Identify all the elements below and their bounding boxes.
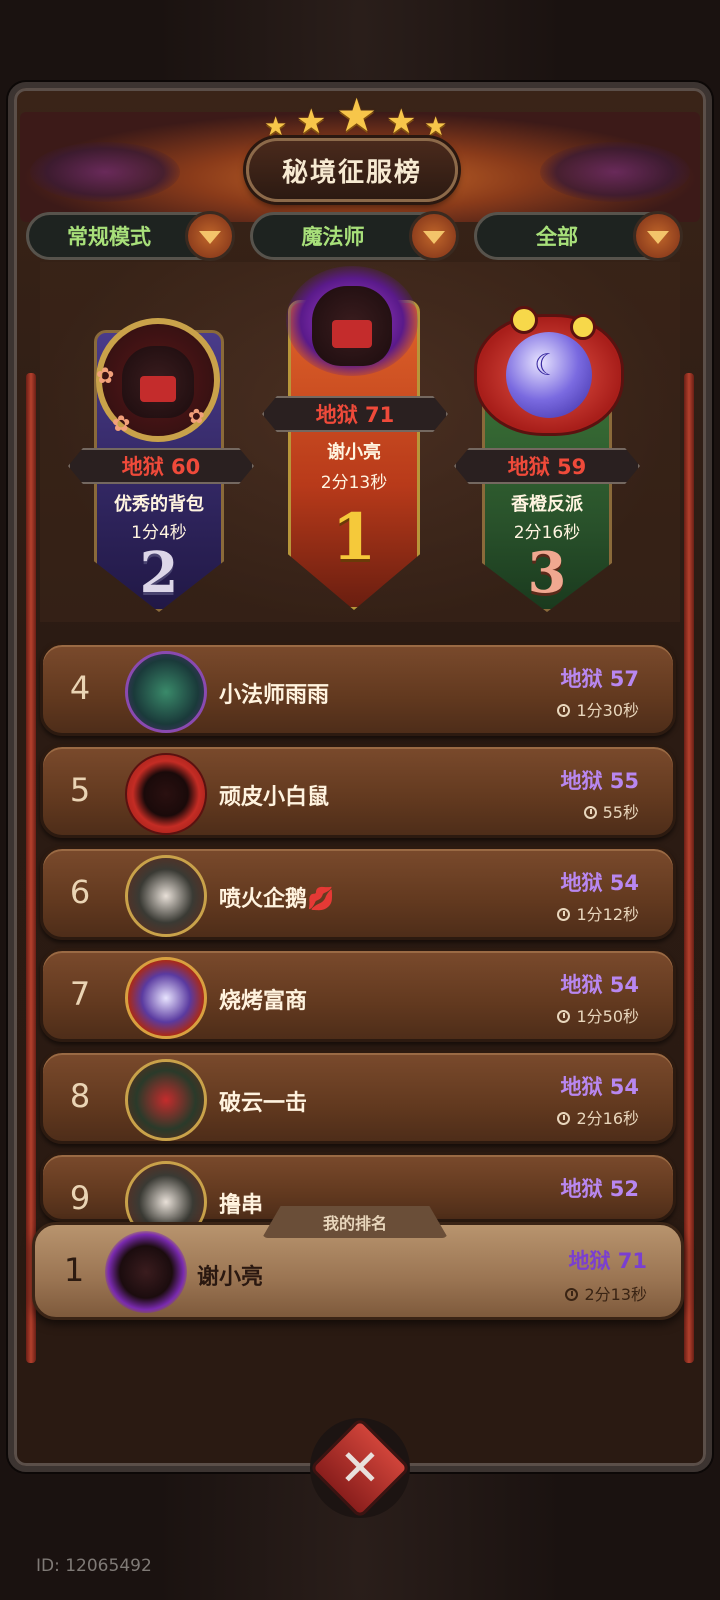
chevron-down-icon[interactable]	[409, 211, 459, 261]
score-ribbon-first: 地狱 71	[262, 396, 448, 432]
score-ribbon-third: 地狱 59	[454, 448, 640, 484]
clock-icon	[583, 806, 597, 819]
player-name-second: 优秀的背包	[114, 494, 204, 515]
row-score: 地狱 57	[560, 667, 639, 691]
avatar	[125, 855, 207, 937]
avatar	[125, 753, 207, 835]
row-time: 55秒	[583, 799, 639, 823]
page-title: 秘境征服榜	[281, 157, 422, 188]
row-rank: 6	[69, 873, 91, 911]
player-name: 顽皮小白鼠	[219, 785, 330, 810]
my-time: 2分13秒	[565, 1281, 647, 1305]
row-time: 1分12秒	[557, 901, 639, 925]
frame-rail-left	[26, 373, 36, 1363]
clock-icon	[557, 908, 571, 921]
flower-icon: ✿	[96, 364, 115, 389]
avatar	[125, 1059, 207, 1141]
star-icon: ★	[386, 102, 417, 142]
close-button[interactable]: ✕	[309, 1417, 411, 1519]
close-icon: ✕	[339, 1439, 381, 1497]
leaderboard-row[interactable]: 8 破云一击 地狱 54 2分16秒	[40, 1050, 676, 1144]
leaderboard-row[interactable]: 5 顽皮小白鼠 地狱 55 55秒	[40, 744, 676, 838]
rank-third: 3	[527, 540, 567, 606]
row-score: 地狱 55	[560, 769, 639, 793]
class-filter-dropdown[interactable]: 魔法师	[250, 211, 459, 261]
row-time: 2分16秒	[557, 1105, 639, 1129]
row-rank: 7	[69, 975, 91, 1013]
avatar	[125, 957, 207, 1039]
chevron-down-icon[interactable]	[633, 211, 683, 261]
eye-icon	[510, 306, 538, 334]
player-name-third: 香橙反派	[511, 494, 583, 515]
row-rank: 9	[69, 1179, 91, 1217]
my-rank-number: 1	[63, 1251, 85, 1289]
my-rank-label: 我的排名	[322, 1214, 387, 1233]
my-player-name: 谢小亮	[197, 1265, 264, 1290]
star-icon: ★	[336, 88, 378, 142]
scope-filter-dropdown[interactable]: 全部	[474, 211, 683, 261]
rank-first: 1	[331, 500, 377, 575]
row-score: 地狱 54	[560, 1075, 639, 1099]
avatar-first	[312, 286, 392, 366]
time-first: 2分13秒	[320, 473, 388, 493]
my-avatar	[105, 1231, 187, 1313]
player-name: 烧烤富商	[219, 989, 308, 1014]
player-name: 喷火企鹅💋	[219, 887, 335, 912]
score-first: 地狱 71	[315, 403, 395, 427]
row-score: 地狱 52	[560, 1177, 639, 1201]
row-time: 1分50秒	[557, 1003, 639, 1027]
flower-icon: ✿	[112, 412, 131, 437]
frame-rail-right	[684, 373, 694, 1363]
player-name: 小法师雨雨	[219, 683, 330, 708]
my-rank-tag: 我的排名	[262, 1206, 448, 1238]
score-third: 地狱 59	[507, 455, 587, 479]
score-second: 地狱 60	[121, 455, 201, 479]
leaderboard-row[interactable]: 7 烧烤富商 地狱 54 1分50秒	[40, 948, 676, 1042]
clock-icon	[557, 1010, 571, 1023]
moon-icon: ☾	[534, 348, 561, 383]
star-icon: ★	[296, 102, 327, 142]
rank-second: 2	[139, 540, 179, 606]
star-rating: ★ ★ ★ ★ ★	[260, 88, 460, 142]
title-plate: 秘境征服榜	[246, 138, 458, 202]
banner-decoration-right	[540, 142, 690, 202]
mode-filter-dropdown[interactable]: 常规模式	[26, 211, 235, 261]
eye-icon	[570, 314, 596, 340]
row-rank: 4	[69, 669, 91, 707]
row-time: 1分30秒	[557, 697, 639, 721]
banner-decoration-left	[30, 142, 180, 202]
player-name: 破云一击	[219, 1091, 308, 1116]
row-score: 地狱 54	[560, 871, 639, 895]
flower-icon: ✿	[188, 404, 205, 428]
player-name-first: 谢小亮	[327, 442, 381, 463]
avatar	[125, 651, 207, 733]
avatar-second	[122, 346, 194, 418]
player-name: 撸串	[219, 1193, 264, 1218]
clock-icon	[557, 704, 571, 717]
clock-icon	[565, 1288, 579, 1301]
row-rank: 8	[69, 1077, 91, 1115]
leaderboard-row[interactable]: 4 小法师雨雨 地狱 57 1分30秒	[40, 642, 676, 736]
chevron-down-icon[interactable]	[185, 211, 235, 261]
leaderboard-row[interactable]: 6 喷火企鹅💋 地狱 54 1分12秒	[40, 846, 676, 940]
clock-icon	[557, 1112, 571, 1125]
score-ribbon-second: 地狱 60	[68, 448, 254, 484]
my-score: 地狱 71	[568, 1249, 647, 1273]
row-rank: 5	[69, 771, 91, 809]
user-id: ID: 12065492	[36, 1556, 152, 1576]
row-score: 地狱 54	[560, 973, 639, 997]
